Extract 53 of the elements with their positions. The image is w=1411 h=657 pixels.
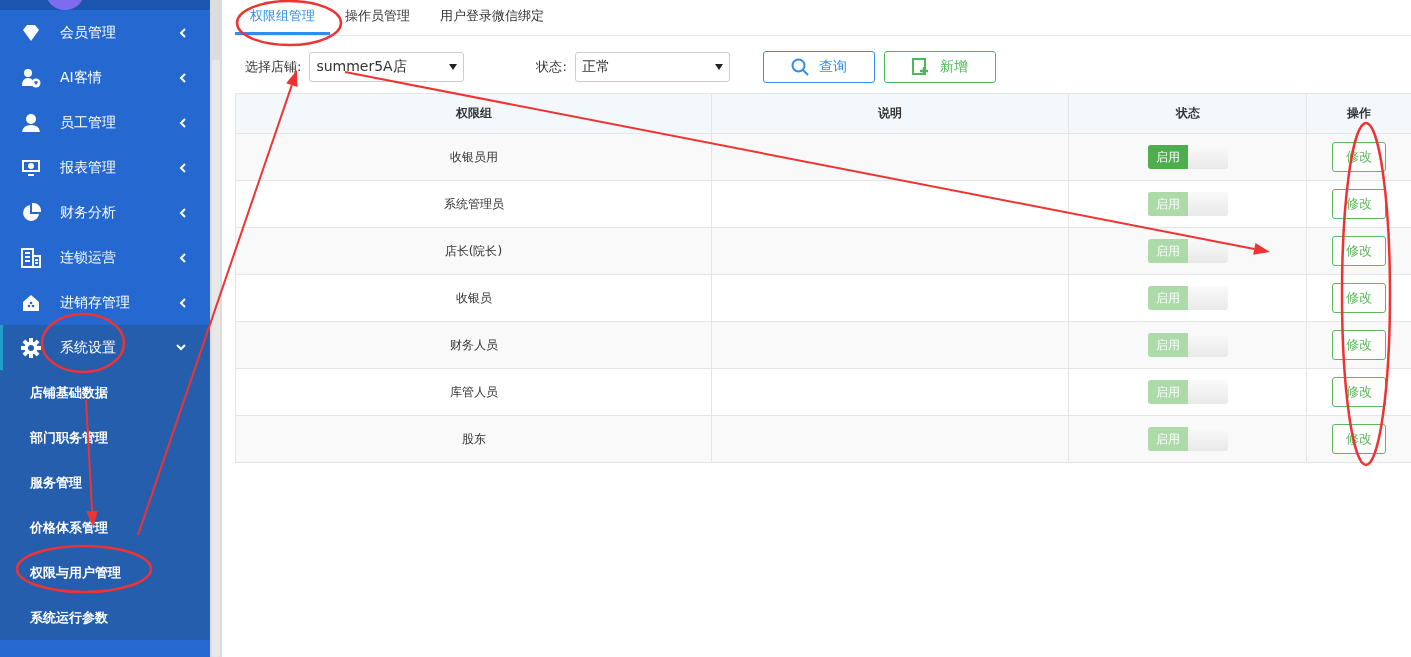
chevron-down-icon bbox=[176, 344, 186, 351]
table-cell: 店长(院长) bbox=[235, 227, 712, 275]
filter-label: 状态: bbox=[536, 58, 567, 76]
submenu-item[interactable]: 价格体系管理 bbox=[0, 505, 210, 550]
chevron-left-icon bbox=[179, 252, 186, 263]
chevron-left-icon bbox=[179, 27, 186, 38]
chevron-left-icon bbox=[179, 72, 186, 83]
column-header: 操作 bbox=[1306, 93, 1411, 134]
tab[interactable]: 权限组管理 bbox=[235, 0, 330, 35]
tab[interactable]: 用户登录微信绑定 bbox=[425, 0, 559, 35]
sidebar-item[interactable]: 进销存管理 bbox=[0, 280, 210, 325]
monitor-icon bbox=[21, 157, 41, 178]
table-cell: 收银员 bbox=[235, 274, 712, 322]
house-icon bbox=[22, 293, 40, 312]
caret-icon bbox=[714, 64, 723, 70]
chevron-left-icon bbox=[179, 117, 186, 128]
submenu-item[interactable]: 服务管理 bbox=[0, 460, 210, 505]
column-header: 说明 bbox=[711, 93, 1069, 134]
building-icon bbox=[21, 247, 41, 268]
search-button[interactable]: 查询 bbox=[762, 51, 875, 83]
diamond-icon bbox=[21, 23, 41, 42]
column-header: 权限组 bbox=[235, 93, 712, 134]
chevron-left-icon bbox=[179, 207, 186, 218]
submenu-item[interactable]: 系统运行参数 bbox=[0, 595, 210, 640]
submenu-item[interactable]: 权限与用户管理 bbox=[0, 550, 210, 595]
user-icon bbox=[21, 112, 41, 133]
search-icon bbox=[790, 58, 809, 76]
sidebar-item[interactable]: 报表管理 bbox=[0, 145, 210, 190]
chevron-left-icon bbox=[179, 297, 186, 308]
gear-icon bbox=[21, 337, 41, 358]
add-icon bbox=[911, 58, 930, 76]
tab[interactable]: 操作员管理 bbox=[330, 0, 425, 35]
dropdown[interactable]: summer5A店 bbox=[309, 52, 465, 82]
table-cell: 股东 bbox=[235, 415, 712, 463]
submenu-item[interactable]: 店铺基础数据 bbox=[0, 370, 210, 415]
dropdown[interactable]: 正常 bbox=[574, 52, 730, 82]
sidebar-item[interactable]: 财务分析 bbox=[0, 190, 210, 235]
table-cell: 库管人员 bbox=[235, 368, 712, 416]
sidebar-item[interactable]: 系统设置 bbox=[0, 325, 210, 370]
sidebar-item[interactable]: 会员管理 bbox=[0, 10, 210, 55]
filter-label: 选择店铺: bbox=[245, 58, 302, 76]
column-header: 状态 bbox=[1068, 93, 1307, 134]
table-cell: 系统管理员 bbox=[235, 180, 712, 228]
sidebar-item[interactable]: 员工管理 bbox=[0, 100, 210, 145]
table-cell: 收银员用 bbox=[235, 133, 712, 181]
toggle-switch[interactable]: 启用 bbox=[1147, 145, 1228, 169]
sidebar-item[interactable]: AI客情 bbox=[0, 55, 210, 100]
table-cell: 财务人员 bbox=[235, 321, 712, 369]
caret-icon bbox=[449, 64, 458, 70]
sidebar-item[interactable]: 连锁运营 bbox=[0, 235, 210, 280]
pie-chart-icon bbox=[21, 202, 41, 223]
user-heart-icon bbox=[21, 67, 41, 88]
chevron-left-icon bbox=[179, 162, 186, 173]
